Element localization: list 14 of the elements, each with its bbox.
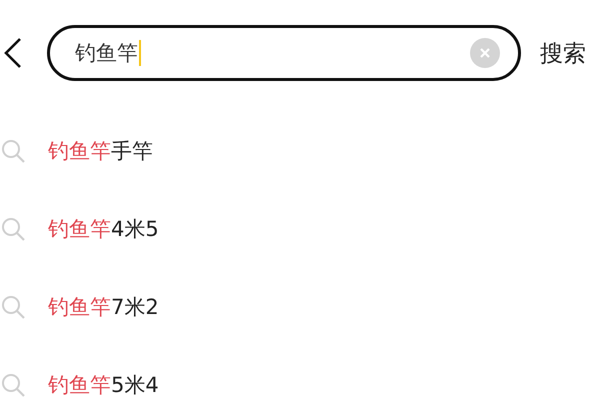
- search-icon: [0, 216, 26, 242]
- close-icon: [479, 47, 491, 59]
- suggestion-item[interactable]: 钓鱼竿5米4: [48, 371, 159, 399]
- suggestion-item[interactable]: 钓鱼竿7米2: [48, 293, 159, 321]
- back-icon[interactable]: [3, 36, 23, 70]
- search-icon: [0, 372, 26, 398]
- text-cursor: [139, 40, 141, 66]
- suggestion-item[interactable]: 钓鱼竿4米5: [48, 215, 159, 243]
- search-field[interactable]: 钓鱼竿: [47, 25, 521, 81]
- search-query-text: 钓鱼竿: [75, 40, 138, 67]
- search-icon: [0, 294, 26, 320]
- search-button[interactable]: 搜索: [540, 38, 586, 68]
- suggestion-item[interactable]: 钓鱼竿手竿: [48, 137, 153, 165]
- search-icon: [0, 138, 26, 164]
